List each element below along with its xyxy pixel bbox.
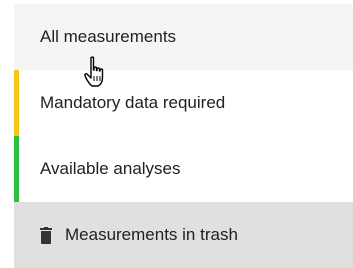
menu-item-measurements-in-trash[interactable]: Measurements in trash	[14, 202, 353, 268]
hand-pointer-icon	[84, 56, 104, 87]
menu-item-all-measurements[interactable]: All measurements	[14, 4, 353, 70]
trash-icon	[40, 226, 52, 244]
status-accent-bar	[14, 70, 19, 136]
measurements-filter-menu: All measurements Mandatory data required…	[14, 4, 353, 268]
menu-item-label: Measurements in trash	[65, 225, 238, 244]
menu-item-available-analyses[interactable]: Available analyses	[14, 136, 353, 202]
menu-item-label: Mandatory data required	[40, 93, 226, 112]
menu-item-label: Available analyses	[40, 159, 181, 178]
menu-item-label: All measurements	[40, 27, 177, 46]
menu-item-mandatory-data-required[interactable]: Mandatory data required	[14, 70, 353, 136]
status-accent-bar	[14, 136, 19, 202]
